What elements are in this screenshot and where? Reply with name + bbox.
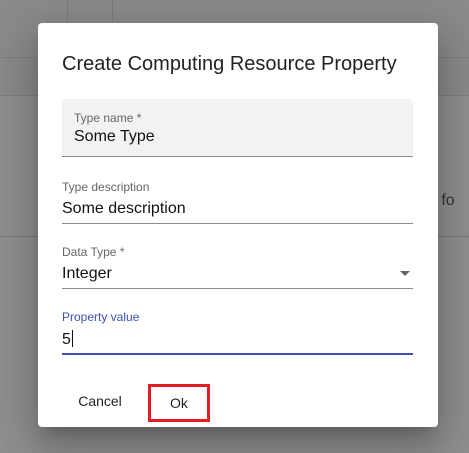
property-value-field[interactable]: Property value 5 [62,309,413,356]
type-name-label: Type name * [74,111,142,125]
ok-button[interactable]: Ok [148,384,210,422]
data-type-underline [62,288,413,289]
type-description-underline [62,223,413,224]
dialog-title: Create Computing Resource Property [62,53,397,75]
text-cursor [71,330,73,347]
property-value-underline [62,353,413,355]
background-divider [112,0,113,22]
data-type-select[interactable]: Data Type * Integer [62,244,413,290]
background-divider [67,0,68,22]
cancel-button[interactable]: Cancel [62,383,138,419]
type-description-field[interactable]: Type description Some description [62,179,413,225]
type-name-input[interactable]: Some Type [74,128,155,146]
type-description-input[interactable]: Some description [62,200,186,218]
data-type-selected-value[interactable]: Integer [62,265,112,283]
property-value-text: 5 [62,331,71,348]
data-type-label: Data Type * [62,245,125,259]
property-value-label: Property value [62,310,140,324]
type-description-label: Type description [62,180,150,194]
type-name-underline [62,156,413,157]
create-property-dialog: Create Computing Resource Property Type … [38,23,438,427]
caret-down-icon[interactable] [400,271,410,276]
type-name-field[interactable]: Type name * Some Type [62,99,413,157]
property-value-input[interactable]: 5 [62,330,73,349]
